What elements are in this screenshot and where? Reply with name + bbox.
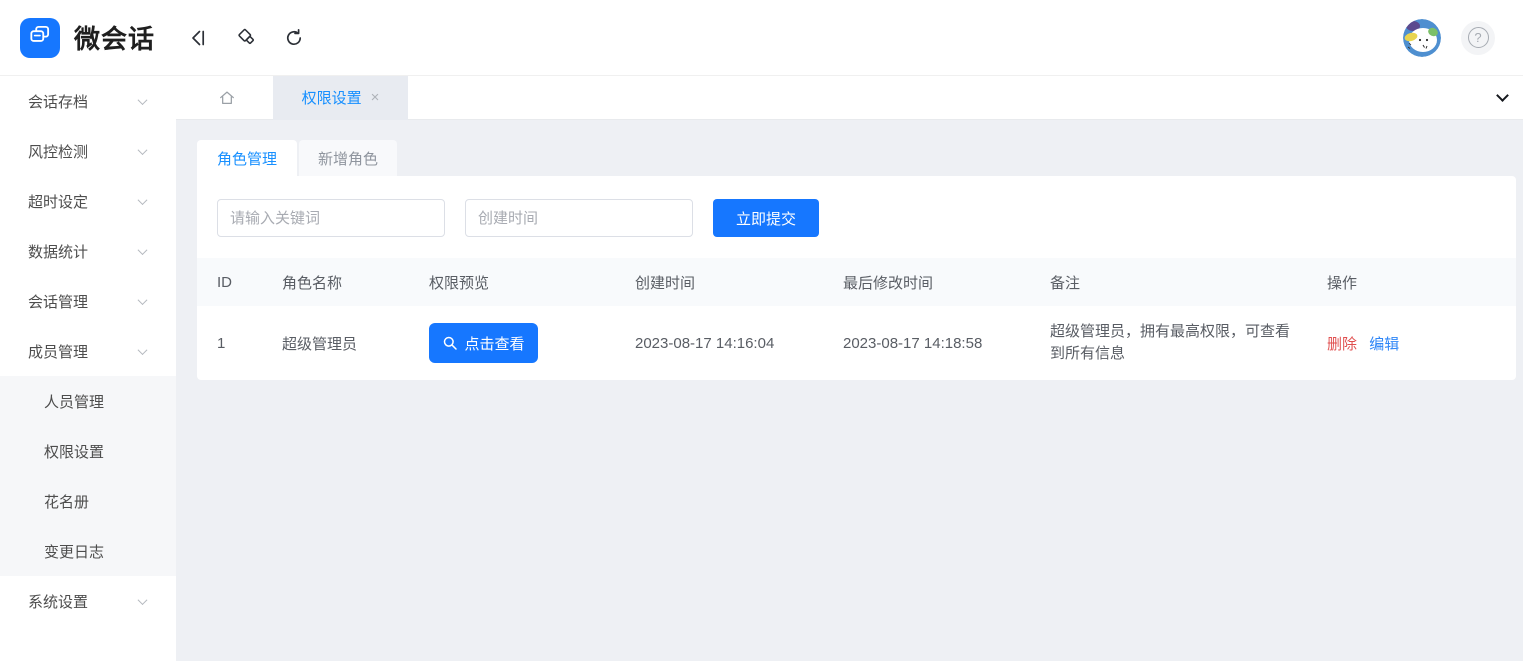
cell-created: 2023-08-17 14:16:04 bbox=[635, 306, 843, 380]
chevron-down-icon bbox=[138, 345, 148, 355]
main-area: 权限设置 × 角色管理 新增角色 bbox=[176, 76, 1523, 661]
app-logo bbox=[20, 18, 60, 58]
chevron-down-icon bbox=[138, 595, 148, 605]
sidebar-item-label: 风控检测 bbox=[28, 141, 88, 162]
page-tab-label: 权限设置 bbox=[302, 87, 362, 108]
role-management-card: 立即提交 ID 角色名称 权限预览 创建时间 bbox=[197, 176, 1516, 380]
column-header-role-name: 角色名称 bbox=[282, 258, 429, 306]
header-right: ? bbox=[1403, 19, 1495, 57]
view-permissions-button[interactable]: 点击查看 bbox=[429, 323, 538, 363]
sidebar-item-timeout-setting[interactable]: 超时设定 bbox=[0, 176, 176, 226]
content-area: 角色管理 新增角色 立即提交 bbox=[176, 120, 1523, 380]
sidebar-item-risk-detection[interactable]: 风控检测 bbox=[0, 126, 176, 176]
chevron-down-icon bbox=[138, 95, 148, 105]
chevron-down-icon bbox=[138, 145, 148, 155]
sidebar-nav: 会话存档 风控检测 超时设定 数据统计 会话管理 成员管理 bbox=[0, 76, 176, 661]
top-header: 微会话 bbox=[0, 0, 1523, 76]
filter-row: 立即提交 bbox=[197, 176, 1516, 237]
sidebar-item-data-statistics[interactable]: 数据统计 bbox=[0, 226, 176, 276]
chat-bubbles-icon bbox=[27, 22, 53, 53]
column-header-actions: 操作 bbox=[1327, 258, 1516, 306]
sidebar-item-label: 系统设置 bbox=[28, 591, 88, 612]
cell-remark: 超级管理员，拥有最高权限，可查看到所有信息 bbox=[1050, 306, 1327, 380]
close-icon[interactable]: × bbox=[371, 89, 380, 106]
sidebar-subitem-label: 权限设置 bbox=[44, 441, 104, 462]
table-header-row: ID 角色名称 权限预览 创建时间 最后修改时间 备注 操作 bbox=[197, 258, 1516, 306]
sidebar-item-change-log[interactable]: 变更日志 bbox=[0, 526, 176, 576]
cell-actions: 删除 编辑 bbox=[1327, 306, 1516, 380]
view-permissions-label: 点击查看 bbox=[464, 333, 524, 354]
sidebar-item-label: 会话存档 bbox=[28, 91, 88, 112]
help-button[interactable]: ? bbox=[1461, 21, 1495, 55]
home-tab-button[interactable] bbox=[218, 89, 236, 107]
card-tabs: 角色管理 新增角色 bbox=[197, 140, 1516, 176]
column-header-id: ID bbox=[197, 258, 282, 306]
user-avatar[interactable] bbox=[1403, 19, 1441, 57]
column-header-created: 创建时间 bbox=[635, 258, 843, 306]
chevron-down-icon bbox=[138, 245, 148, 255]
delete-link[interactable]: 删除 bbox=[1327, 336, 1357, 353]
sidebar-subitem-label: 变更日志 bbox=[44, 541, 104, 562]
refresh-icon[interactable] bbox=[283, 27, 305, 49]
tab-role-management[interactable]: 角色管理 bbox=[197, 140, 297, 176]
clear-cache-icon[interactable] bbox=[235, 27, 257, 49]
sidebar-subitem-label: 花名册 bbox=[44, 491, 89, 512]
column-header-modified: 最后修改时间 bbox=[843, 258, 1050, 306]
question-mark-icon: ? bbox=[1468, 27, 1489, 48]
create-time-input[interactable] bbox=[465, 199, 693, 237]
collapse-sidebar-icon[interactable] bbox=[187, 27, 209, 49]
sidebar-item-roster[interactable]: 花名册 bbox=[0, 476, 176, 526]
sidebar-item-system-settings[interactable]: 系统设置 bbox=[0, 576, 176, 626]
page-tab-bar: 权限设置 × bbox=[176, 76, 1523, 120]
sidebar-item-staff-management[interactable]: 人员管理 bbox=[0, 376, 176, 426]
sidebar-item-label: 成员管理 bbox=[28, 341, 88, 362]
app-title: 微会话 bbox=[74, 19, 155, 56]
app-window: 微会话 bbox=[0, 0, 1523, 661]
tab-options-chevron-icon[interactable] bbox=[1496, 89, 1509, 102]
sidebar-item-member-management[interactable]: 成员管理 bbox=[0, 326, 176, 376]
edit-link[interactable]: 编辑 bbox=[1369, 336, 1399, 353]
sidebar-subitem-label: 人员管理 bbox=[44, 391, 104, 412]
page-tab-permission-settings[interactable]: 权限设置 × bbox=[273, 76, 408, 120]
sidebar-item-label: 会话管理 bbox=[28, 291, 88, 312]
column-header-permission-preview: 权限预览 bbox=[429, 258, 635, 306]
sidebar-item-label: 超时设定 bbox=[28, 191, 88, 212]
cell-permission-preview: 点击查看 bbox=[429, 306, 635, 380]
tab-label: 角色管理 bbox=[217, 148, 277, 169]
cell-role-name: 超级管理员 bbox=[282, 306, 429, 380]
member-management-submenu: 人员管理 权限设置 花名册 变更日志 bbox=[0, 376, 176, 576]
cell-id: 1 bbox=[197, 306, 282, 380]
tab-label: 新增角色 bbox=[318, 148, 378, 169]
chevron-down-icon bbox=[138, 295, 148, 305]
sidebar-item-session-archive[interactable]: 会话存档 bbox=[0, 76, 176, 126]
header-toolbar bbox=[187, 27, 305, 49]
column-header-remark: 备注 bbox=[1050, 258, 1327, 306]
sidebar-item-session-management[interactable]: 会话管理 bbox=[0, 276, 176, 326]
keyword-input[interactable] bbox=[217, 199, 445, 237]
roles-table: ID 角色名称 权限预览 创建时间 最后修改时间 备注 操作 1 bbox=[197, 258, 1516, 380]
sidebar-item-permission-settings[interactable]: 权限设置 bbox=[0, 426, 176, 476]
sidebar-item-label: 数据统计 bbox=[28, 241, 88, 262]
submit-button[interactable]: 立即提交 bbox=[713, 199, 819, 237]
home-icon bbox=[218, 89, 236, 107]
tab-add-role[interactable]: 新增角色 bbox=[299, 140, 397, 176]
chevron-down-icon bbox=[138, 195, 148, 205]
table-row: 1 超级管理员 点击查看 bbox=[197, 306, 1516, 380]
cell-modified: 2023-08-17 14:18:58 bbox=[843, 306, 1050, 380]
search-icon bbox=[442, 335, 458, 351]
